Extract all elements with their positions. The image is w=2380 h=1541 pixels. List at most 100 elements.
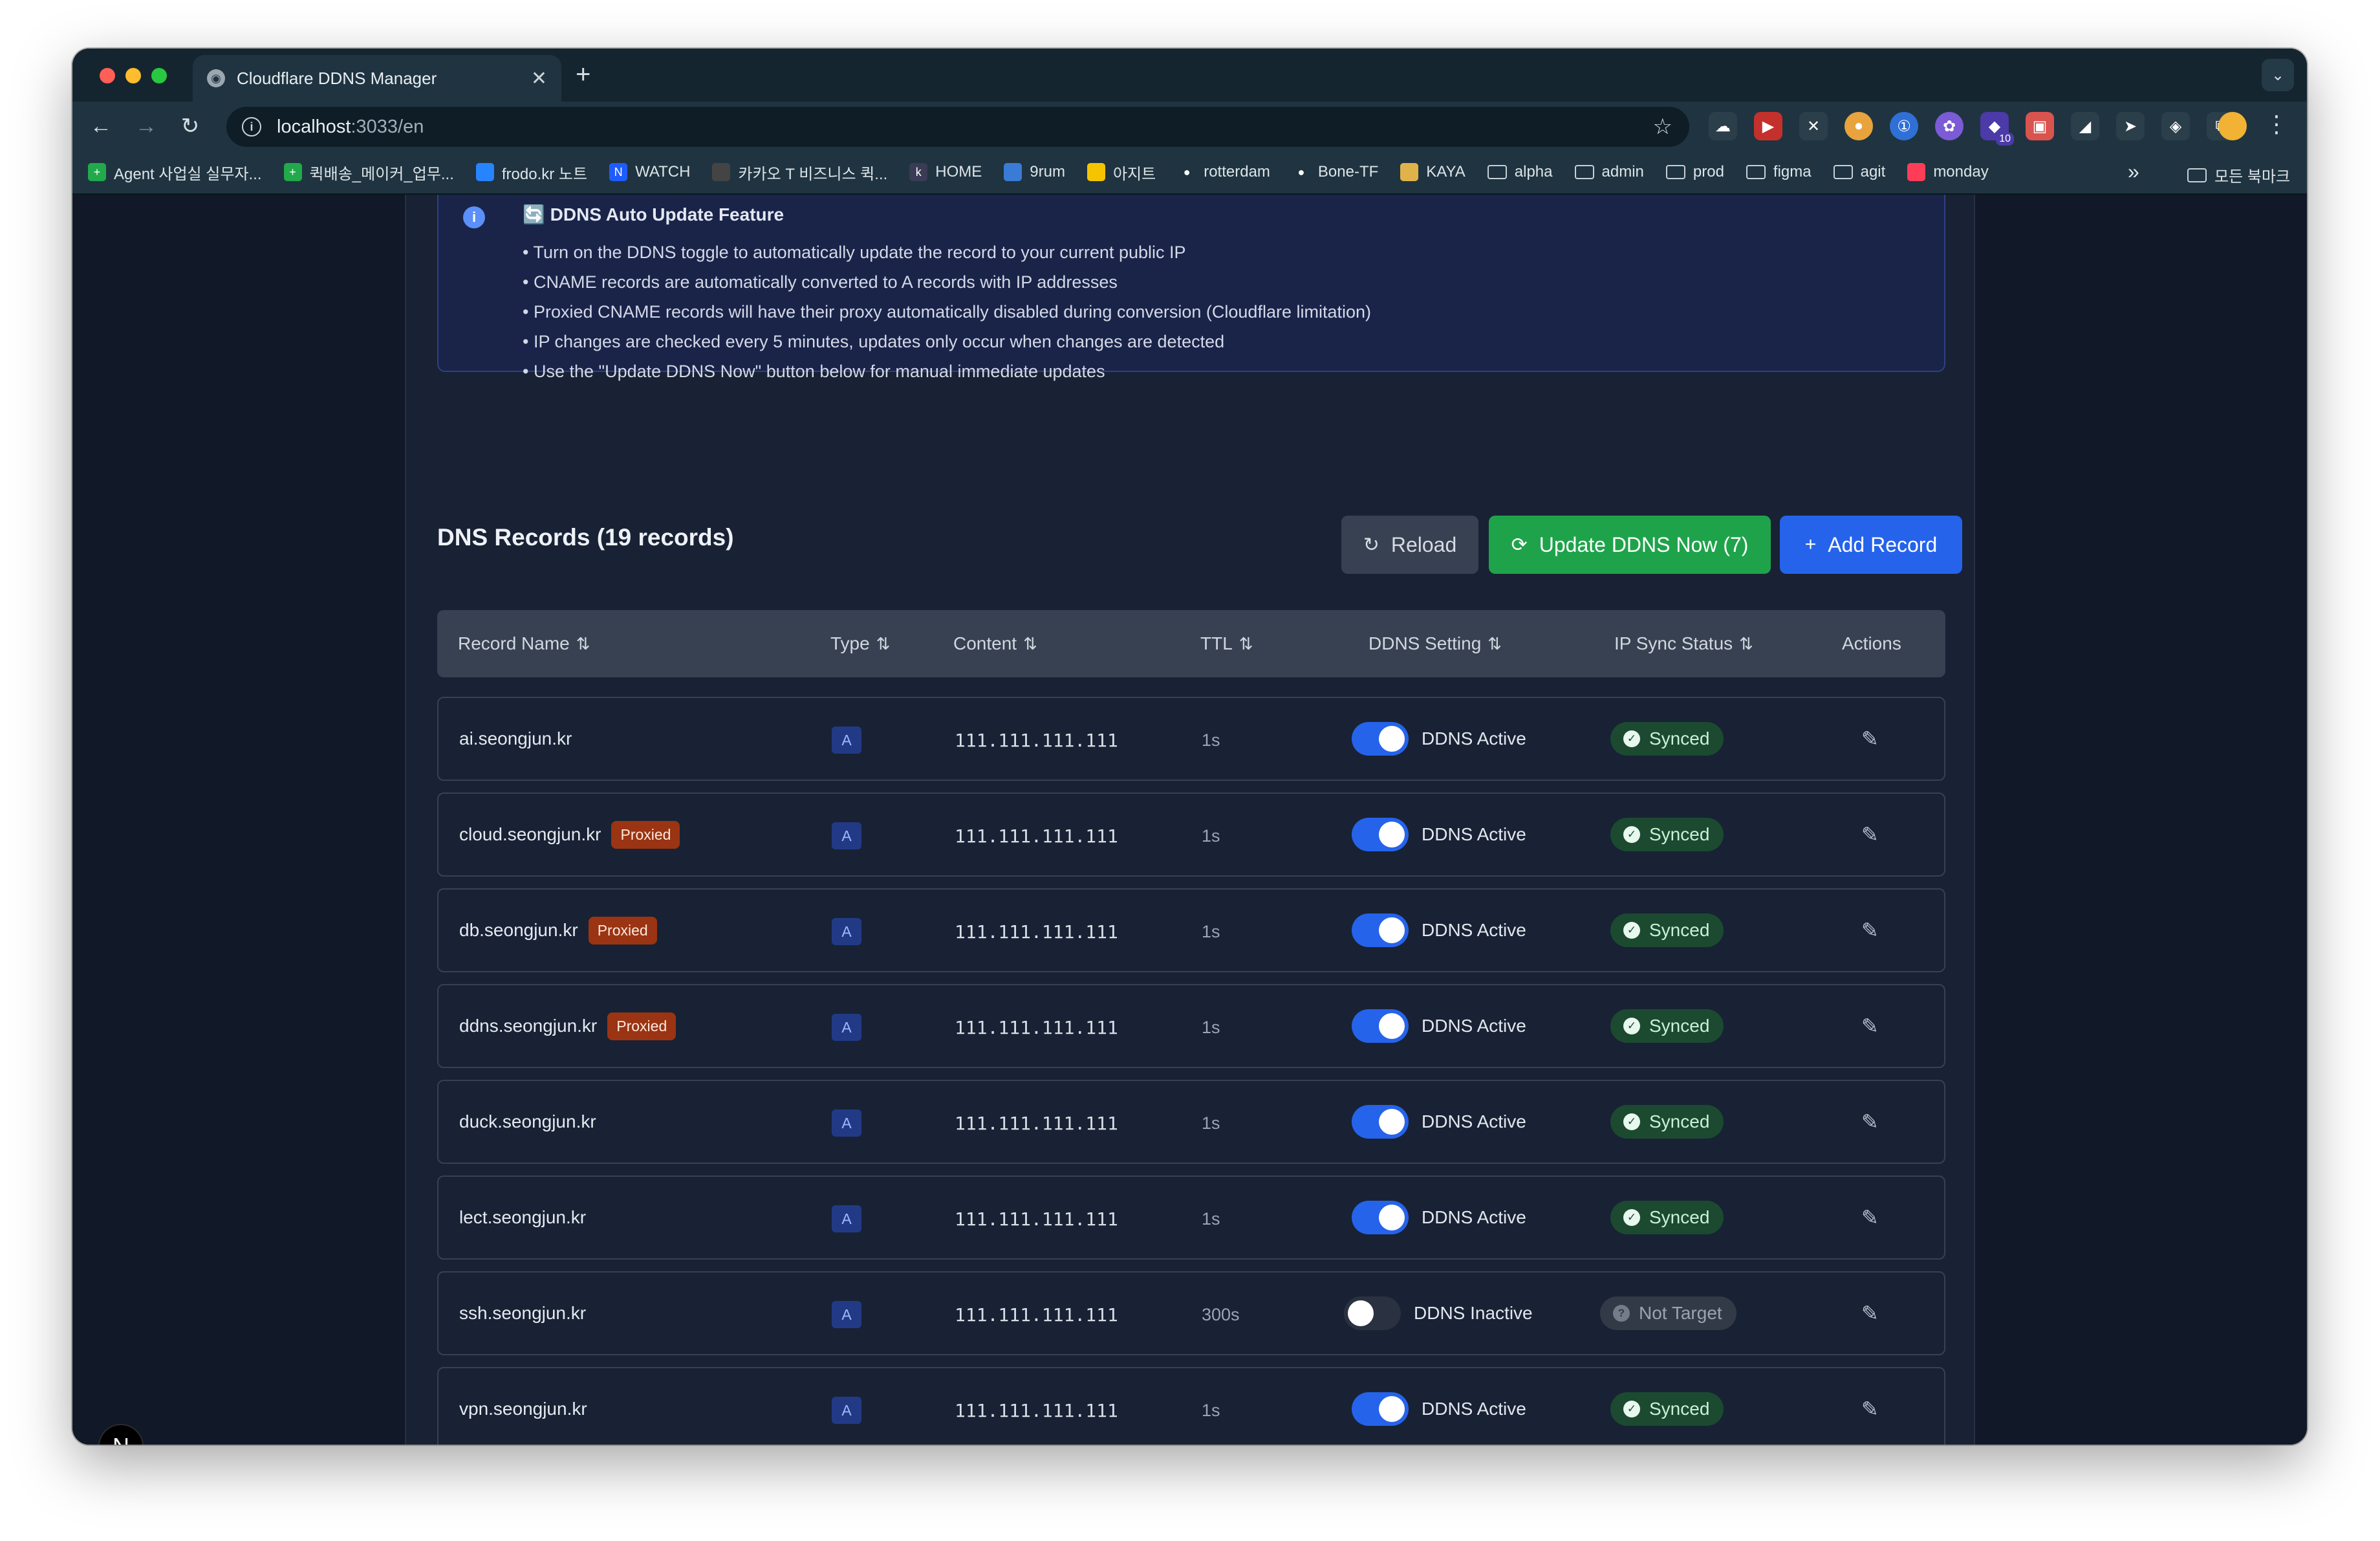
bookmarks-overflow-button[interactable]: » (2128, 160, 2139, 184)
edit-record-button[interactable]: ✎ (1861, 794, 1879, 875)
site-info-icon[interactable]: i (242, 117, 261, 137)
header-ddns-setting[interactable]: DDNS Setting ⇅ (1368, 610, 1502, 677)
header-ttl[interactable]: TTL ⇅ (1200, 610, 1253, 677)
edit-record-button[interactable]: ✎ (1861, 985, 1879, 1067)
edit-record-button[interactable]: ✎ (1861, 1273, 1879, 1354)
bookmark-item[interactable]: N WATCH (609, 163, 690, 181)
tab-close-icon[interactable]: ✕ (531, 67, 547, 90)
coin-extension-icon[interactable]: ● (1844, 112, 1873, 140)
edit-record-button[interactable]: ✎ (1861, 890, 1879, 971)
bookmark-star-icon[interactable]: ☆ (1653, 114, 1672, 140)
folder-icon (2187, 168, 2207, 182)
ddns-toggle[interactable] (1352, 1392, 1409, 1426)
palette-extension-icon[interactable]: ◈ (2161, 112, 2190, 140)
header-type[interactable]: Type ⇅ (830, 610, 891, 677)
header-label: TTL (1200, 633, 1233, 653)
browser-tab[interactable]: ◉ Cloudflare DDNS Manager ✕ (193, 55, 561, 102)
bookmark-label: agit (1860, 163, 1886, 180)
content-value: 111.111.111.111 (955, 1016, 1118, 1038)
bookmark-item[interactable]: alpha (1487, 163, 1553, 181)
bookmark-label: figma (1773, 163, 1812, 180)
question-circle-icon: ? (1613, 1305, 1630, 1322)
header-content[interactable]: Content ⇅ (953, 610, 1037, 677)
forward-button[interactable]: → (132, 112, 160, 140)
record-name: ai.seongjun.kr (459, 728, 572, 749)
all-bookmarks-button[interactable]: 모든 북마크 (2187, 164, 2290, 186)
browser-menu-icon[interactable]: ⋮ (2265, 111, 2288, 138)
bookmark-item[interactable]: agit (1833, 163, 1886, 181)
toggle-knob (1348, 1300, 1374, 1326)
address-bar[interactable]: i localhost:3033/en ☆ (226, 107, 1689, 147)
toggle-knob (1379, 917, 1405, 943)
tab-search-button[interactable]: ⌄ (2262, 59, 2294, 91)
reload-page-button[interactable]: ↻ (176, 112, 204, 140)
bookmark-item[interactable]: 아지트 (1087, 161, 1156, 184)
status-badge: ✓ Synced (1610, 722, 1724, 756)
confluence-icon (475, 163, 494, 181)
bookmark-item[interactable]: ● rotterdam (1178, 163, 1270, 181)
youtube-extension-icon[interactable]: ▶ (1754, 112, 1782, 140)
cursor-extension-icon[interactable]: ➤ (2116, 112, 2145, 140)
ip-sync-status-cell: ✓ Synced (1610, 698, 1724, 780)
edit-record-button[interactable]: ✎ (1861, 1081, 1879, 1163)
ddns-toggle[interactable] (1344, 1296, 1401, 1330)
cloud-extension-icon[interactable]: ☁ (1709, 112, 1737, 140)
badge-extension-icon[interactable]: ◆ 10 (1980, 112, 2014, 146)
header-ip-sync-status[interactable]: IP Sync Status ⇅ (1614, 610, 1753, 677)
status-badge: ✓ Synced (1610, 1105, 1724, 1139)
tag-extension-icon[interactable]: ◢ (2071, 112, 2099, 140)
nextjs-devtools-badge[interactable]: N (98, 1424, 144, 1445)
type-badge: A (832, 1301, 861, 1328)
bookmark-item[interactable]: k HOME (909, 163, 982, 181)
check-circle-icon: ✓ (1623, 922, 1640, 939)
ddns-toggle[interactable] (1352, 1201, 1409, 1234)
toggle-knob (1379, 726, 1405, 752)
ddns-toggle[interactable] (1352, 1009, 1409, 1043)
reload-button[interactable]: ↻ Reload (1341, 516, 1478, 574)
new-tab-button[interactable]: + (576, 61, 590, 87)
ddns-toggle[interactable] (1352, 1105, 1409, 1139)
header-record-name[interactable]: Record Name ⇅ (458, 610, 590, 677)
back-button[interactable]: ← (87, 112, 115, 140)
update-ddns-now-button[interactable]: ⟳ Update DDNS Now (7) (1489, 516, 1771, 574)
bookmark-item[interactable]: ● Bone-TF (1292, 163, 1378, 181)
status-label: Synced (1649, 824, 1710, 844)
camera-extension-icon[interactable]: ▣ (2026, 112, 2054, 140)
add-record-button[interactable]: + Add Record (1780, 516, 1962, 574)
ttl-value: 1s (1202, 825, 1220, 846)
bookmark-item[interactable]: + Agent 사업실 실무자... (88, 161, 262, 184)
sort-icon: ⇅ (1023, 633, 1037, 653)
table-row: lect.seongjun.kr A 111.111.111.111 1s DDNS A… (437, 1175, 1945, 1260)
profile-avatar[interactable] (2218, 112, 2247, 140)
window-close-button[interactable] (100, 68, 115, 83)
ddns-toggle[interactable] (1352, 722, 1409, 756)
bookmark-item[interactable]: figma (1746, 163, 1812, 181)
bookmark-item[interactable]: monday (1907, 163, 1989, 181)
ip-sync-status-cell: ✓ Synced (1610, 794, 1724, 875)
folder-icon (1833, 165, 1853, 179)
ddns-label: DDNS Active (1422, 824, 1526, 844)
bookmark-item[interactable]: + 퀵배송_메이커_업무... (283, 161, 454, 184)
window-maximize-button[interactable] (151, 68, 167, 83)
edit-record-button[interactable]: ✎ (1861, 1177, 1879, 1258)
bookmark-item[interactable]: KAYA (1400, 163, 1466, 181)
bookmark-item[interactable]: 카카오 T 비즈니스 퀵... (712, 161, 887, 184)
check-circle-icon: ✓ (1623, 1018, 1640, 1034)
ddns-setting-cell: DDNS Active (1352, 1177, 1526, 1258)
record-name-cell: ddns.seongjun.kr Proxied (459, 985, 676, 1067)
edit-record-button[interactable]: ✎ (1861, 698, 1879, 780)
ddns-toggle[interactable] (1352, 818, 1409, 851)
table-header: Record Name ⇅ Type ⇅ Content ⇅ TTL ⇅ DDN… (437, 610, 1945, 677)
bookmark-item[interactable]: admin (1574, 163, 1644, 181)
bookmark-item[interactable]: prod (1665, 163, 1724, 181)
edit-record-button[interactable]: ✎ (1861, 1368, 1879, 1445)
bookmark-item[interactable]: 9rum (1004, 163, 1065, 181)
bookmark-item[interactable]: frodo.kr 노트 (475, 161, 587, 184)
ddns-toggle[interactable] (1352, 913, 1409, 947)
folder-icon (1574, 165, 1594, 179)
brain-extension-icon[interactable]: ✿ (1935, 112, 1964, 140)
window-minimize-button[interactable] (125, 68, 141, 83)
onepassword-extension-icon[interactable]: ① (1890, 112, 1918, 140)
x-extension-icon[interactable]: ✕ (1799, 112, 1828, 140)
type-cell: A (832, 890, 861, 971)
